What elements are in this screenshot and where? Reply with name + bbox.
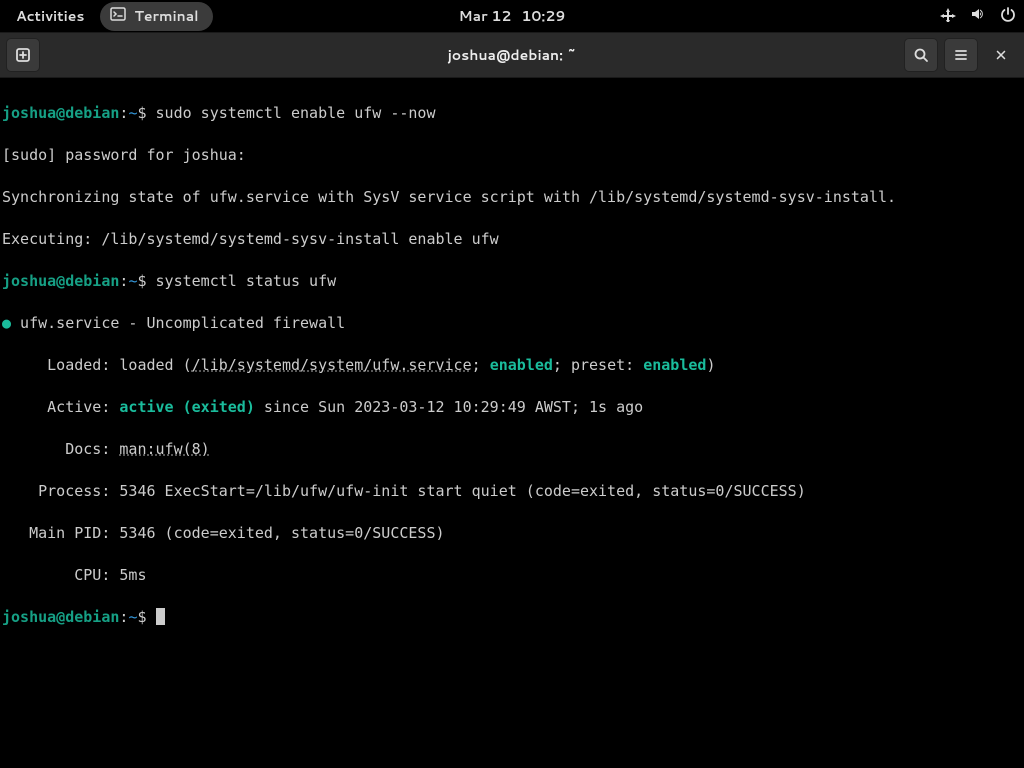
terminal-line: joshua@debian:~$ systemctl status ufw: [2, 271, 1022, 292]
command-text: systemctl status ufw: [156, 272, 337, 290]
terminal-viewport[interactable]: joshua@debian:~$ sudo systemctl enable u…: [0, 78, 1024, 653]
active-state: active (exited): [119, 398, 254, 416]
topbar-time: 10:29: [521, 6, 565, 26]
terminal-line: joshua@debian:~$ sudo systemctl enable u…: [2, 103, 1022, 124]
close-button[interactable]: [984, 38, 1018, 72]
prompt-user: joshua@debian: [2, 608, 119, 626]
prompt-user: joshua@debian: [2, 272, 119, 290]
prompt-dollar: $: [137, 608, 155, 626]
prompt-dollar: $: [137, 272, 155, 290]
terminal-line: Main PID: 5346 (code=exited, status=0/SU…: [2, 523, 1022, 544]
loaded-post: ): [706, 356, 715, 374]
volume-icon[interactable]: [970, 6, 986, 27]
active-pre: Active:: [2, 398, 119, 416]
search-button[interactable]: [904, 38, 938, 72]
system-tray[interactable]: [940, 6, 1016, 27]
headerbar-left: [6, 38, 40, 72]
terminal-line: Executing: /lib/systemd/systemd-sysv-ins…: [2, 229, 1022, 250]
loaded-preset: ; preset:: [553, 356, 643, 374]
prompt-user: joshua@debian: [2, 104, 119, 122]
network-icon[interactable]: [940, 6, 956, 27]
menu-button[interactable]: [944, 38, 978, 72]
cursor-block: [156, 608, 165, 625]
terminal-line: Active: active (exited) since Sun 2023-0…: [2, 397, 1022, 418]
terminal-line: [sudo] password for joshua:: [2, 145, 1022, 166]
terminal-line: Loaded: loaded (/lib/systemd/system/ufw.…: [2, 355, 1022, 376]
loaded-pre: Loaded: loaded (: [2, 356, 192, 374]
gnome-topbar: Activities Terminal Mar 12 10:29: [0, 0, 1024, 32]
command-text: sudo systemctl enable ufw --now: [156, 104, 436, 122]
terminal-line: joshua@debian:~$: [2, 607, 1022, 628]
clock-button[interactable]: Mar 12 10:29: [459, 6, 566, 26]
terminal-line: CPU: 5ms: [2, 565, 1022, 586]
docs-link: man:ufw(8): [119, 440, 209, 458]
terminal-line: Synchronizing state of ufw.service with …: [2, 187, 1022, 208]
terminal-line: Process: 5346 ExecStart=/lib/ufw/ufw-ini…: [2, 481, 1022, 502]
new-tab-button[interactable]: [6, 38, 40, 72]
terminal-line: Docs: man:ufw(8): [2, 439, 1022, 460]
enabled-text: enabled: [643, 356, 706, 374]
topbar-date: Mar 12: [459, 6, 512, 26]
prompt-dollar: $: [137, 104, 155, 122]
app-menu-button[interactable]: Terminal: [100, 2, 212, 31]
enabled-text: enabled: [490, 356, 553, 374]
app-menu-label: Terminal: [134, 6, 198, 26]
loaded-sep: ;: [472, 356, 490, 374]
terminal-line: ● ufw.service - Uncomplicated firewall: [2, 313, 1022, 334]
active-since: since Sun 2023-03-12 10:29:49 AWST; 1s a…: [255, 398, 643, 416]
activities-button[interactable]: Activities: [8, 2, 92, 30]
terminal-headerbar: joshua@debian: ~: [0, 32, 1024, 78]
window-title: joshua@debian: ~: [448, 45, 577, 65]
docs-pre: Docs:: [2, 440, 119, 458]
power-icon[interactable]: [1000, 6, 1016, 27]
service-path-link: /lib/systemd/system/ufw.service: [192, 356, 472, 374]
topbar-left: Activities Terminal: [8, 2, 213, 31]
status-dot-icon: ●: [2, 314, 11, 332]
headerbar-right: [904, 38, 1018, 72]
service-header: ufw.service - Uncomplicated firewall: [11, 314, 345, 332]
terminal-icon: [110, 6, 126, 27]
